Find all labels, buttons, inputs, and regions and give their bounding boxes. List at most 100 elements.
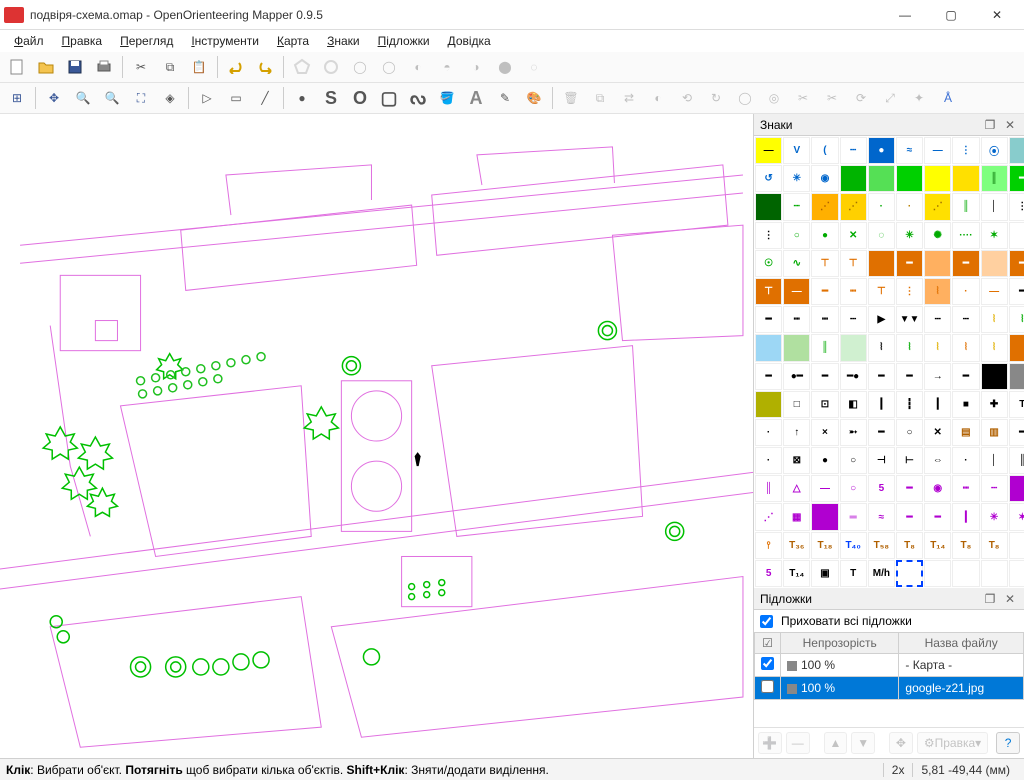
symbol-swatch[interactable] <box>981 250 1008 277</box>
symbol-swatch[interactable] <box>924 560 951 587</box>
symbol-swatch[interactable] <box>840 165 867 192</box>
symbol-swatch[interactable]: ⊣ <box>868 447 895 474</box>
symbol-swatch[interactable]: ▼▼ <box>896 306 923 333</box>
symbol-swatch[interactable]: ⦿ <box>981 137 1008 164</box>
symbol-swatch[interactable]: ║ <box>952 193 979 220</box>
copy-button[interactable]: ⧉ <box>157 54 183 80</box>
symbol-swatch[interactable]: · <box>952 447 979 474</box>
symbol-swatch[interactable]: — <box>981 278 1008 305</box>
zoom-fit-button[interactable]: ⛶ <box>128 85 154 111</box>
symbol-swatch[interactable] <box>1009 475 1024 502</box>
symbol-swatch[interactable]: ✶ <box>981 222 1008 249</box>
symbol-swatch[interactable]: · <box>755 419 782 446</box>
symbol-swatch[interactable]: M/h <box>868 560 895 587</box>
symbol-swatch[interactable]: T <box>840 560 867 587</box>
undo-button[interactable] <box>223 54 249 80</box>
symbol-swatch[interactable]: ┉ <box>783 306 810 333</box>
symbol-swatch[interactable]: ● <box>868 137 895 164</box>
symbol-swatch[interactable]: ⋮ <box>952 137 979 164</box>
symbol-swatch[interactable] <box>1009 334 1024 361</box>
swap-symbol-button[interactable]: ⇄ <box>616 85 642 111</box>
symbol-swatch[interactable]: ▦ <box>783 503 810 530</box>
symbol-swatch[interactable]: ┄ <box>924 306 951 333</box>
cut-button[interactable]: ✂ <box>128 54 154 80</box>
redo-button[interactable] <box>252 54 278 80</box>
symbol-swatch[interactable] <box>1009 222 1024 249</box>
convert-button[interactable]: ◐ <box>405 54 431 80</box>
symbol-swatch[interactable]: ◉ <box>924 475 951 502</box>
symbol-swatch[interactable]: ⫯ <box>755 532 782 559</box>
window-close-button[interactable]: ✕ <box>974 0 1020 30</box>
symbol-swatch[interactable]: ⊡ <box>811 391 838 418</box>
symbol-swatch[interactable]: ✶ <box>1009 503 1024 530</box>
symbols-close-button[interactable]: ✕ <box>1002 117 1018 133</box>
connect-button[interactable]: ⟲ <box>674 85 700 111</box>
symbol-swatch[interactable] <box>1009 137 1024 164</box>
grid-button[interactable]: ⊞ <box>4 85 30 111</box>
symbol-swatch[interactable]: □ <box>783 391 810 418</box>
symbol-swatch[interactable]: T₈ <box>981 532 1008 559</box>
symbol-swatch[interactable]: ║ <box>1009 447 1024 474</box>
symbol-swatch[interactable]: ∿ <box>783 250 810 277</box>
symbol-swatch[interactable]: · <box>952 278 979 305</box>
symbol-swatch[interactable]: ⦚ <box>981 334 1008 361</box>
symbol-swatch[interactable]: — <box>924 137 951 164</box>
symbol-swatch[interactable]: ≈ <box>896 137 923 164</box>
unify-button[interactable]: ◯ <box>732 85 758 111</box>
symbol-swatch[interactable]: ⋰ <box>811 193 838 220</box>
symbol-swatch[interactable] <box>1009 532 1024 559</box>
merge-button[interactable]: ◑ <box>463 54 489 80</box>
symbol-swatch[interactable]: △ <box>783 475 810 502</box>
symbol-swatch[interactable]: ║ <box>811 334 838 361</box>
symbol-swatch[interactable] <box>896 165 923 192</box>
symbol-swatch[interactable]: T₁₄ <box>924 532 951 559</box>
symbol-swatch[interactable]: — <box>811 475 838 502</box>
symbol-swatch[interactable]: ┉ <box>811 306 838 333</box>
symbol-swatch[interactable]: ═ <box>840 503 867 530</box>
symbol-swatch[interactable]: ║ <box>981 165 1008 192</box>
templates-undock-button[interactable]: ❐ <box>982 591 998 607</box>
distribute-button[interactable]: ✦ <box>906 85 932 111</box>
select-rect-tool[interactable]: ▭ <box>223 85 249 111</box>
symbol-swatch[interactable]: — <box>755 137 782 164</box>
symbol-swatch[interactable]: ✺ <box>924 222 951 249</box>
template-visible-checkbox[interactable] <box>761 680 774 693</box>
symbol-swatch[interactable]: ━ <box>896 475 923 502</box>
symbol-swatch[interactable] <box>840 334 867 361</box>
symbol-swatch[interactable] <box>981 560 1008 587</box>
remove-template-button[interactable]: — <box>786 732 810 754</box>
symbol-swatch[interactable] <box>952 560 979 587</box>
delete-button[interactable]: 🗑 <box>558 85 584 111</box>
symbol-swatch[interactable] <box>924 250 951 277</box>
symbol-swatch[interactable]: ( <box>811 137 838 164</box>
symbol-swatch[interactable]: ▤ <box>952 419 979 446</box>
edit-lines-tool[interactable]: ╱ <box>252 85 278 111</box>
symbol-swatch[interactable] <box>1009 560 1024 587</box>
symbol-swatch[interactable]: ⊤ <box>755 278 782 305</box>
draw-point-tool[interactable]: ● <box>289 85 315 111</box>
symbol-swatch[interactable]: × <box>811 419 838 446</box>
symbol-swatch[interactable]: ⋰ <box>755 503 782 530</box>
symbol-swatch[interactable] <box>981 363 1008 390</box>
symbol-swatch[interactable]: ≈ <box>868 503 895 530</box>
symbol-swatch[interactable]: ━● <box>840 363 867 390</box>
template-visible-checkbox[interactable] <box>761 657 774 670</box>
shape-ellipse-button[interactable]: ◯ <box>376 54 402 80</box>
subtract-button[interactable]: ◌ <box>521 54 547 80</box>
symbol-swatch[interactable]: ✚ <box>981 391 1008 418</box>
symbols-undock-button[interactable]: ❐ <box>982 117 998 133</box>
symbol-swatch[interactable]: ●━ <box>783 363 810 390</box>
hide-all-templates-checkbox[interactable] <box>760 615 773 628</box>
symbol-swatch[interactable]: ✕ <box>924 419 951 446</box>
scale-button[interactable]: ⤢ <box>877 85 903 111</box>
symbol-swatch[interactable]: — <box>783 278 810 305</box>
symbol-swatch[interactable]: T₁₄ <box>783 560 810 587</box>
template-row[interactable]: 100 %google-z21.jpg <box>755 677 1024 700</box>
pencil-tool[interactable]: ✎ <box>492 85 518 111</box>
symbol-swatch[interactable]: ┃ <box>868 391 895 418</box>
symbol-swatch[interactable]: ┇ <box>896 391 923 418</box>
symbol-swatch[interactable]: ○ <box>840 475 867 502</box>
symbol-swatch[interactable]: │ <box>981 193 1008 220</box>
symbol-swatch[interactable]: T₅₈ <box>868 532 895 559</box>
symbol-grid[interactable]: —V(┄●≈—⋮⦿↺✳◉║━┈⋰⋰··⋰║│⋮⋮○●✕◌✳✺····✶☉∿⊤⊤━… <box>754 136 1024 588</box>
